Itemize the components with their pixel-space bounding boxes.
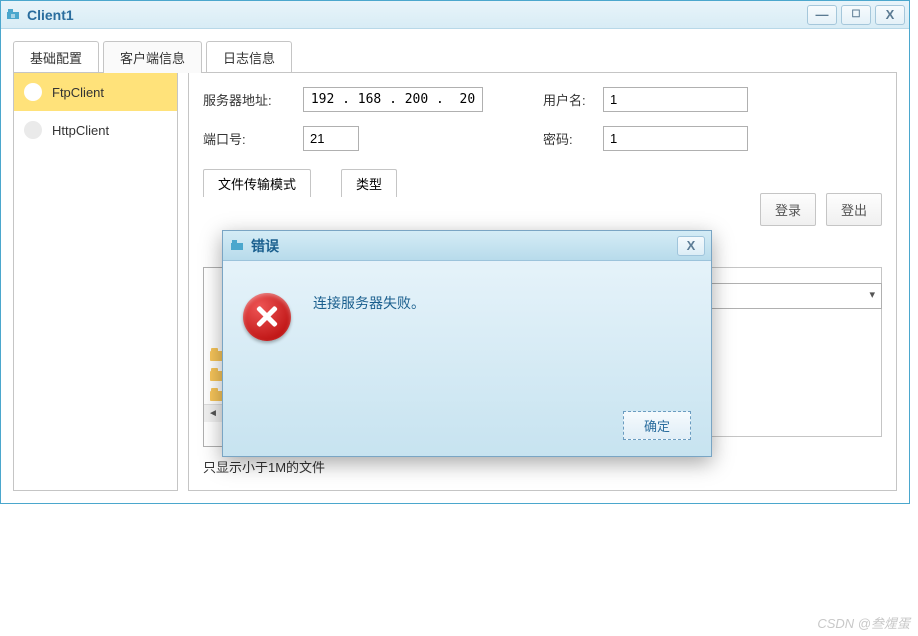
username-label: 用户名:: [543, 90, 603, 109]
sidebar-item-ftpclient[interactable]: FtpClient: [14, 73, 177, 111]
status-dot-icon: [24, 83, 42, 101]
password-label: 密码:: [543, 129, 603, 148]
window-title: Client1: [27, 7, 803, 23]
server-address-input[interactable]: [303, 87, 483, 112]
username-input[interactable]: [603, 87, 748, 112]
titlebar[interactable]: Client1 — ☐ X: [1, 1, 909, 29]
status-dot-icon: [24, 121, 42, 139]
dialog-ok-button[interactable]: 确定: [623, 411, 691, 440]
login-button[interactable]: 登录: [760, 193, 816, 226]
error-dialog: 错误 X 连接服务器失败。 确定: [222, 230, 712, 457]
app-icon: [5, 7, 21, 23]
server-address-label: 服务器地址:: [203, 90, 303, 109]
sidebar-item-label: FtpClient: [52, 85, 104, 100]
footer-note: 只显示小于1M的文件: [203, 457, 882, 476]
scroll-left-icon[interactable]: ◄: [204, 408, 222, 419]
subtab-transfer-mode[interactable]: 文件传输模式: [203, 169, 311, 197]
maximize-button[interactable]: ☐: [841, 5, 871, 25]
port-label: 端口号:: [203, 129, 303, 148]
watermark: CSDN @叁煋蛋: [817, 613, 910, 632]
tab-log-info[interactable]: 日志信息: [206, 41, 292, 73]
tab-client-info[interactable]: 客户端信息: [103, 41, 202, 73]
dialog-message: 连接服务器失败。: [313, 293, 425, 313]
chevron-down-icon: ▾: [869, 288, 875, 301]
dialog-titlebar[interactable]: 错误 X: [223, 231, 711, 261]
sidebar-item-httpclient[interactable]: HttpClient: [14, 111, 177, 149]
dialog-app-icon: [229, 238, 245, 254]
error-icon: [243, 293, 291, 341]
client-sidebar: FtpClient HttpClient: [13, 72, 178, 491]
logout-button[interactable]: 登出: [826, 193, 882, 226]
close-button[interactable]: X: [875, 5, 905, 25]
main-tabs: 基础配置 客户端信息 日志信息: [13, 41, 897, 73]
password-input[interactable]: [603, 126, 748, 151]
dialog-title: 错误: [251, 236, 677, 256]
minimize-button[interactable]: —: [807, 5, 837, 25]
dialog-close-button[interactable]: X: [677, 236, 705, 256]
port-input[interactable]: [303, 126, 359, 151]
tab-basic-config[interactable]: 基础配置: [13, 41, 99, 73]
subtab-type[interactable]: 类型: [341, 169, 397, 197]
sidebar-item-label: HttpClient: [52, 123, 109, 138]
